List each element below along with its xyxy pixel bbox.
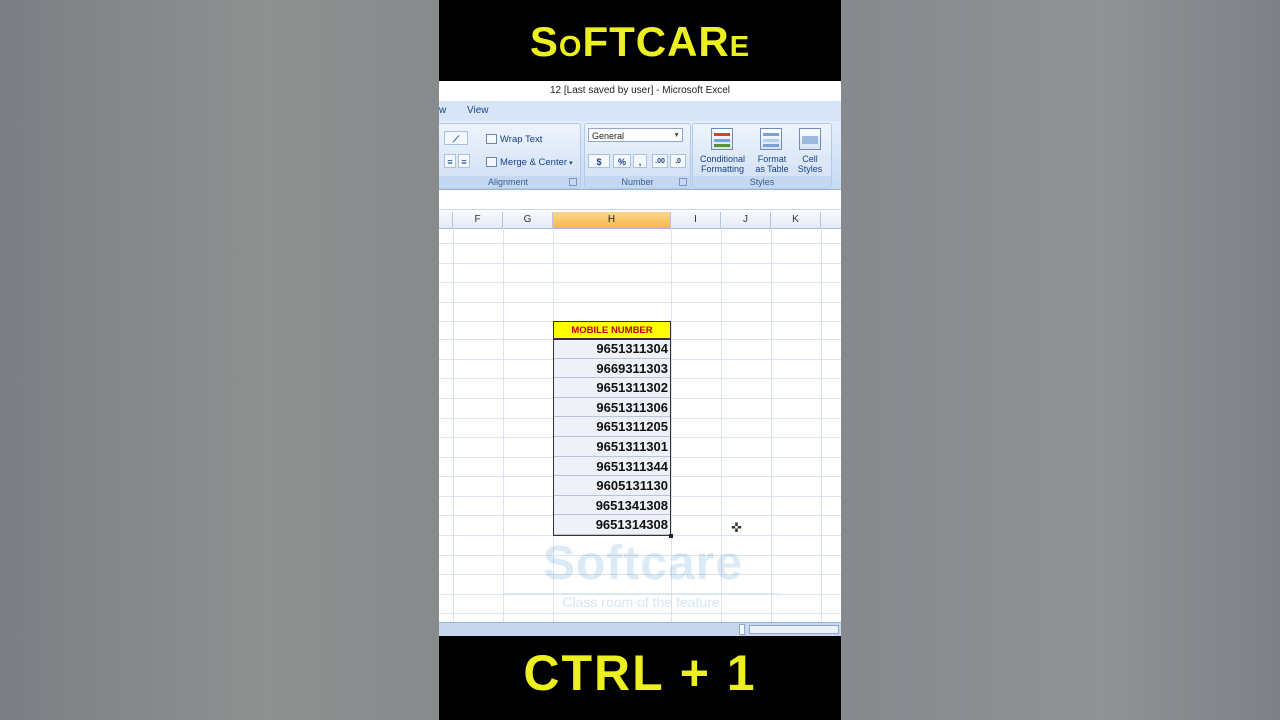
- column-header-partial: [439, 212, 453, 228]
- decrease-indent-icon: ≡: [447, 157, 453, 167]
- alignment-group-label: Alignment: [439, 176, 580, 188]
- cell-styles-label-2: Styles: [797, 164, 823, 174]
- percent-label: %: [617, 157, 626, 167]
- mobile-number-cell[interactable]: 9651341308: [553, 495, 671, 516]
- merge-center-button[interactable]: Merge & Center ▾: [486, 157, 573, 168]
- scrollbar-thumb[interactable]: [749, 625, 839, 634]
- watermark-logo: Softcare: [542, 537, 744, 590]
- number-format-select[interactable]: General ▼: [588, 128, 683, 142]
- excel-window: 12 [Last saved by user] - Microsoft Exce…: [439, 81, 841, 636]
- comma-button[interactable]: ,: [633, 154, 647, 168]
- formula-bar[interactable]: [439, 190, 841, 210]
- number-format-value: General: [592, 131, 625, 141]
- column-header-i[interactable]: I: [671, 212, 721, 228]
- format-label-2: as Table: [755, 164, 789, 174]
- cell-styles-button[interactable]: Cell Styles: [793, 154, 827, 174]
- alignment-group: ⟋ ≡ ≡ Wrap Text Merge & Center ▾ Alignmen…: [439, 123, 581, 189]
- mobile-number-cell[interactable]: 9651311306: [553, 397, 671, 418]
- mobile-number-cell[interactable]: 9605131130: [553, 476, 671, 496]
- decrease-decimal-button[interactable]: .0: [670, 154, 686, 168]
- conditional-label-2: Formatting: [700, 164, 744, 174]
- mobile-number-cell[interactable]: 9651311301: [553, 437, 671, 457]
- styles-group-label: Styles: [693, 176, 831, 188]
- mobile-number-cell[interactable]: 9651311304: [553, 339, 671, 359]
- increase-indent-icon: ≡: [461, 157, 467, 167]
- ribbon: ⟋ ≡ ≡ Wrap Text Merge & Center ▾ Alignmen…: [439, 121, 841, 190]
- increase-indent-button[interactable]: ≡: [458, 154, 470, 168]
- tab-view[interactable]: View: [467, 105, 489, 116]
- cell-styles-icon[interactable]: [799, 128, 821, 150]
- styles-group: Conditional Formatting Format as Table C…: [692, 123, 832, 189]
- merge-center-label: Merge & Center: [500, 157, 568, 168]
- mobile-number-header[interactable]: MOBILE NUMBER: [553, 321, 671, 339]
- orientation-icon: ⟋: [452, 134, 460, 144]
- currency-button[interactable]: $: [588, 154, 610, 168]
- chevron-down-icon: ▼: [673, 132, 680, 139]
- ribbon-tabs: w View: [439, 101, 841, 121]
- number-group: General ▼ $ % , .00 .0 Number: [584, 123, 691, 189]
- comma-label: ,: [638, 157, 642, 167]
- wrap-text-button[interactable]: Wrap Text: [486, 134, 542, 145]
- currency-label: $: [596, 157, 602, 167]
- wrap-text-icon: [486, 134, 497, 145]
- cell-styles-label-1: Cell: [802, 154, 818, 164]
- window-title: 12 [Last saved by user] - Microsoft Exce…: [439, 81, 841, 101]
- conditional-label-1: Conditional: [699, 154, 746, 164]
- worksheet-grid[interactable]: MOBILE NUMBER 9651311304 9669311303 9651…: [439, 228, 841, 623]
- video-frame: SoFTCARe 12 [Last saved by user] - Micro…: [439, 0, 841, 720]
- decrease-indent-button[interactable]: ≡: [444, 154, 456, 168]
- column-header-f[interactable]: F: [453, 212, 503, 228]
- decrease-decimal-label: .0: [675, 158, 681, 165]
- number-launcher-icon[interactable]: [679, 178, 687, 186]
- mobile-number-cell[interactable]: 9651311344: [553, 456, 671, 477]
- format-as-table-button[interactable]: Format as Table: [751, 154, 793, 174]
- format-as-table-icon[interactable]: [760, 128, 782, 150]
- mobile-number-cell[interactable]: 9669311303: [553, 358, 671, 379]
- column-header-k[interactable]: K: [771, 212, 821, 228]
- blurred-background-left: [0, 0, 439, 720]
- watermark-tagline: Class room of the feature: [503, 593, 779, 610]
- column-header-h[interactable]: H: [553, 212, 671, 228]
- orientation-button[interactable]: ⟋: [444, 131, 468, 145]
- merge-dropdown-icon: ▾: [569, 160, 573, 167]
- mobile-number-cell[interactable]: 9651311302: [553, 378, 671, 398]
- tab-splitter[interactable]: [739, 624, 745, 635]
- format-label-1: Format: [757, 154, 787, 164]
- increase-decimal-button[interactable]: .00: [652, 154, 668, 168]
- wrap-text-label: Wrap Text: [500, 134, 543, 145]
- alignment-launcher-icon[interactable]: [569, 178, 577, 186]
- tab-review[interactable]: w: [439, 105, 446, 116]
- column-header-g[interactable]: G: [503, 212, 553, 228]
- percent-button[interactable]: %: [613, 154, 631, 168]
- shortcut-caption: CTRL + 1: [523, 645, 757, 701]
- cell-cursor-icon: ✜: [731, 520, 742, 535]
- column-headers: F G H I J K: [439, 212, 841, 229]
- horizontal-scrollbar[interactable]: [439, 622, 841, 636]
- brand-title: SoFTCARe: [529, 18, 751, 65]
- mobile-number-cell[interactable]: 9651314308: [553, 515, 671, 535]
- increase-decimal-label: .00: [655, 158, 665, 165]
- number-group-label: Number: [585, 176, 690, 188]
- conditional-formatting-icon[interactable]: [711, 128, 733, 150]
- conditional-formatting-button[interactable]: Conditional Formatting: [695, 154, 750, 174]
- mobile-number-cell[interactable]: 9651311205: [553, 417, 671, 437]
- column-header-j[interactable]: J: [721, 212, 771, 228]
- blurred-background-right: [841, 0, 1280, 720]
- merge-center-icon: [486, 157, 497, 168]
